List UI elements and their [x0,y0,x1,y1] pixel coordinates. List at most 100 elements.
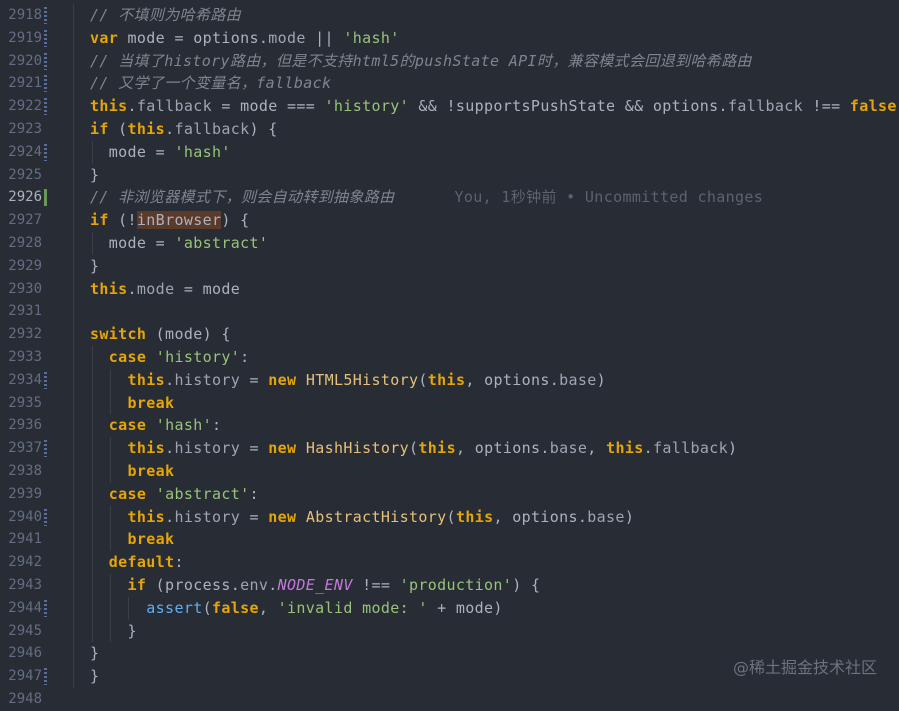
code-token: this [418,439,456,458]
code-token: ) { [249,120,278,138]
code-line[interactable]: 2919 var mode = options.mode || 'hash' [0,27,899,50]
code-token: } [90,256,100,275]
code-text: break [90,460,175,483]
code-token: fallback [727,97,803,116]
indent-guide [73,4,74,688]
code-text: // 当填了history路由，但是不支持html5的pushState API… [90,50,752,73]
code-line[interactable]: 2927 if (!inBrowser) { [0,209,899,232]
code-line[interactable]: 2918 // 不填则为哈希路由 [0,4,899,27]
code-line[interactable]: 2934 this.history = new HTML5History(thi… [0,369,899,392]
code-token: , [258,598,278,617]
code-token: this [90,97,128,116]
code-token: this [127,507,166,526]
code-token: case [108,484,147,503]
indent-guide [128,596,129,620]
code-line[interactable]: 2926 // 非浏览器模式下，则会自动转到抽象路由 You, 1秒钟前 • Unc… [0,186,899,209]
code-line[interactable]: 2944 assert(false, 'invalid mode: ' + mo… [0,597,899,620]
line-number: 2918 [8,7,42,23]
change-marker [44,29,47,47]
code-text: this.fallback = mode === 'history' && !s… [90,95,897,118]
code-token: new [268,507,297,526]
code-token: , options. [493,507,588,526]
code-text: // 又学了一个变量名，fallback [90,72,331,95]
code-token: mode = options. [118,28,269,47]
watermark: @稀土掘金技术社区 [732,658,877,677]
change-marker [44,52,47,70]
code-line[interactable]: 2924 mode = 'hash' [0,141,899,164]
code-text: case 'abstract': [90,483,259,506]
code-line[interactable]: 2942 default: [0,551,899,574]
indent-guide [110,368,111,415]
code-token: history [174,370,241,389]
code-token: history [174,439,241,458]
code-token: NODE_ENV [277,576,353,594]
code-token: ( [202,598,212,617]
code-line[interactable]: 2933 case 'history': [0,346,899,369]
code-text: this.history = new HashHistory(this, opt… [90,437,738,460]
code-token: false [211,598,259,617]
code-text: if (process.env.NODE_ENV !== 'production… [90,574,540,597]
code-line[interactable]: 2921 // 又学了一个变量名，fallback [0,72,899,95]
code-token: switch [90,325,147,344]
code-token: new [268,370,297,389]
code-token: + mode) [427,598,503,617]
code-text: // 不填则为哈希路由 [90,4,241,27]
line-number: 2939 [8,485,42,502]
code-line[interactable]: 2943 if (process.env.NODE_ENV !== 'produ… [0,574,899,597]
code-text: this.history = new HTML5History(this, op… [90,369,606,392]
code-token: } [90,667,100,686]
code-line[interactable]: 2939 case 'abstract': [0,483,899,506]
code-line[interactable]: 2940 this.history = new AbstractHistory(… [0,506,899,529]
change-marker [44,7,47,24]
code-text: break [90,392,175,415]
line-number: 2941 [8,531,42,548]
code-line[interactable]: 2928 mode = 'abstract' [0,232,899,255]
code-line[interactable]: 2932 switch (mode) { [0,323,899,346]
code-token: 'hash' [174,142,231,161]
line-number: 2940 [8,508,42,525]
code-line[interactable]: 2920 // 当填了history路由，但是不支持html5的pushState… [0,50,899,73]
code-token: : [249,484,259,503]
code-token: this [455,507,494,526]
code-line[interactable]: 2937 this.history = new HashHistory(this… [0,437,899,460]
code-token: : [240,348,250,366]
change-marker [44,371,47,389]
code-line[interactable]: 2925} [0,164,899,187]
code-token: 'history' [155,348,241,366]
code-text: this.mode = mode [90,278,240,301]
code-token: && !supportsPushState && options. [408,97,728,116]
code-token: assert [146,598,203,617]
code-text: } [90,665,99,688]
code-token: AbstractHistory [305,507,447,526]
code-line[interactable]: 2923 if (this.fallback) { [0,118,899,141]
line-number: 2922 [8,98,42,115]
code-line[interactable]: 2929} [0,255,899,278]
code-line[interactable]: 2931 [0,300,899,323]
code-line[interactable]: 2938 break [0,460,899,483]
code-line[interactable]: 2945 } [0,620,899,643]
code-line[interactable]: 2941 break [0,528,899,551]
code-editor[interactable]: 2918 // 不填则为哈希路由 2919 var mode = options.mo… [0,0,899,707]
code-token: mode [136,279,175,298]
line-number: 2926 [8,189,42,206]
change-marker [44,189,47,207]
code-token: ( [446,507,456,526]
code-line[interactable]: 2930 this.mode = mode [0,278,899,301]
code-line[interactable]: 2922 this.fallback = mode === 'history' &… [0,95,899,118]
code-line[interactable]: 2935 break [0,392,899,415]
code-token: this [90,279,128,298]
code-token: !== [802,97,850,116]
code-token: if [90,211,109,230]
code-line[interactable]: 2936 case 'hash': [0,414,899,437]
line-number: 2928 [8,235,42,251]
line-number: 2946 [8,645,42,662]
code-token: } [90,621,137,640]
line-number: 2931 [8,303,42,320]
code-token: ) [596,370,607,389]
code-token: = [240,439,269,458]
